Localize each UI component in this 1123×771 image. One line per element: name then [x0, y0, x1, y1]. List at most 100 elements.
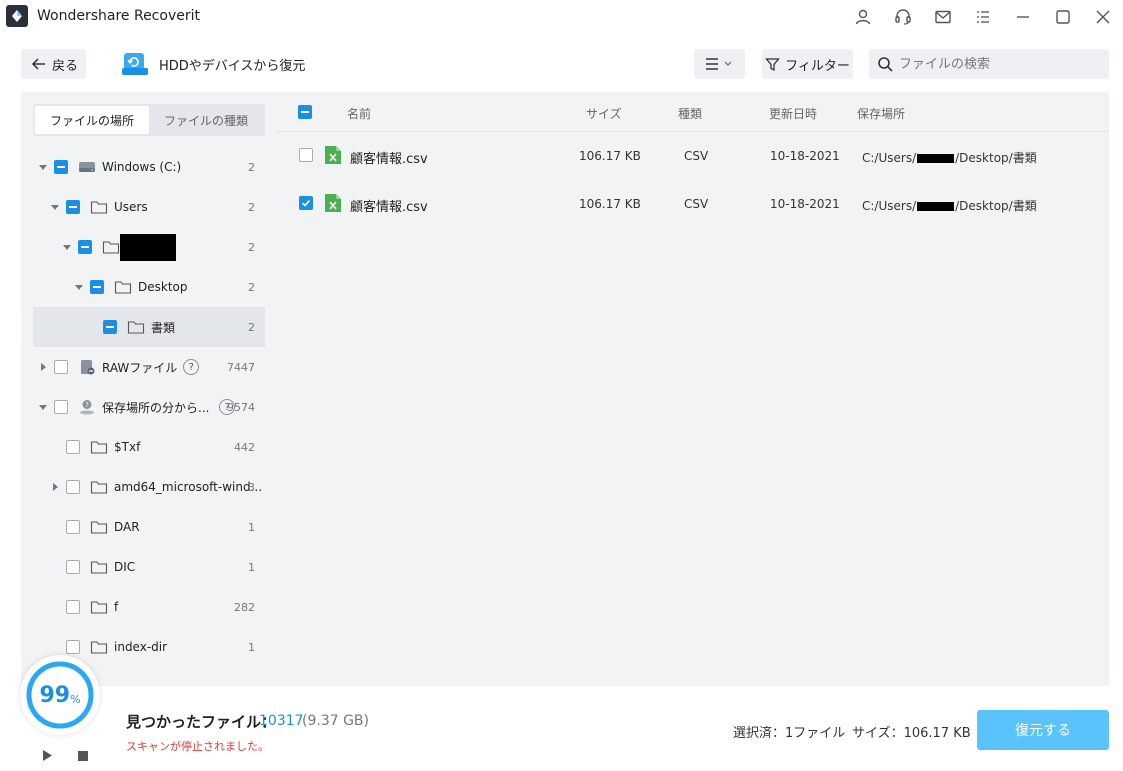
tree-item-desktop[interactable]: Desktop 2 [21, 267, 277, 307]
tree-checkbox[interactable] [66, 480, 80, 494]
found-files-count: 10317 [259, 713, 304, 729]
row-checkbox[interactable] [299, 196, 313, 210]
tree-checkbox[interactable] [66, 600, 80, 614]
file-type: CSV [684, 197, 709, 211]
csv-file-icon [325, 146, 341, 164]
tree-count: 442 [234, 440, 255, 454]
expand-arrow-icon[interactable] [62, 242, 72, 252]
search-input[interactable] [899, 56, 1099, 72]
mail-button[interactable] [923, 4, 963, 30]
tree-item-dic[interactable]: DIC 1 [21, 547, 277, 587]
file-table: 名前 サイズ 種類 更新日時 保存場所 顧客情報.csv 106.17 KB C… [277, 92, 1109, 686]
column-header-name[interactable]: 名前 [347, 105, 371, 122]
tree-item-dar[interactable]: DAR 1 [21, 507, 277, 547]
play-icon[interactable] [41, 749, 53, 762]
hdd-recover-icon [122, 53, 148, 75]
tab-file-type[interactable]: ファイルの種類 [149, 106, 263, 134]
tree-checkbox[interactable] [66, 520, 80, 534]
file-size: 106.17 KB [579, 149, 641, 163]
table-row[interactable]: 顧客情報.csv 106.17 KB CSV 10-18-2021 C:/Use… [277, 180, 1109, 228]
back-button[interactable]: 戻る [21, 49, 86, 79]
recoverit-logo-icon [6, 5, 28, 27]
table-row[interactable]: 顧客情報.csv 106.17 KB CSV 10-18-2021 C:/Use… [277, 132, 1109, 180]
tree-count: 2 [248, 320, 255, 334]
tree-count: 1 [248, 520, 255, 534]
title-bar: Wondershare Recoverit [0, 0, 1123, 34]
tree-count: 282 [234, 600, 255, 614]
tree-checkbox[interactable] [66, 640, 80, 654]
tree-checkbox[interactable] [54, 400, 68, 414]
expand-arrow-icon[interactable] [38, 402, 48, 412]
tree-item-raw-files[interactable]: RAWファイル ? 7447 [21, 347, 277, 387]
search-icon [878, 56, 893, 72]
tree-count: 2 [248, 280, 255, 294]
file-name: 顧客情報.csv [350, 200, 428, 215]
tree-item-windows-c[interactable]: Windows (C:) 2 [21, 147, 277, 187]
minimize-icon [1017, 16, 1029, 18]
expand-arrow-icon[interactable] [38, 162, 48, 172]
column-header-location[interactable]: 保存場所 [857, 105, 905, 122]
tree-label: Desktop [138, 280, 188, 294]
tree-count: 9574 [227, 400, 255, 414]
tree-checkbox[interactable] [66, 560, 80, 574]
tree-item-users[interactable]: Users 2 [21, 187, 277, 227]
maximize-button[interactable] [1043, 4, 1083, 30]
column-header-size[interactable]: サイズ [586, 105, 622, 122]
minimize-button[interactable] [1003, 4, 1043, 30]
tree-checkbox[interactable] [103, 320, 117, 334]
column-header-date[interactable]: 更新日時 [769, 105, 817, 122]
tree-checkbox[interactable] [90, 280, 104, 294]
support-button[interactable] [883, 4, 923, 30]
tab-file-location[interactable]: ファイルの場所 [35, 106, 149, 134]
tree-item-user-folder[interactable]: 2 [21, 227, 277, 267]
mail-icon [935, 10, 951, 24]
funnel-icon [765, 57, 780, 71]
expand-arrow-icon[interactable] [50, 482, 60, 492]
help-icon[interactable]: ? [183, 359, 200, 375]
close-button[interactable] [1083, 4, 1123, 30]
tree-checkbox[interactable] [66, 440, 80, 454]
filter-button[interactable]: フィルター [762, 49, 853, 79]
recover-button[interactable]: 復元する [977, 710, 1109, 750]
scan-progress-ring: 99% [20, 655, 100, 735]
tree-checkbox[interactable] [54, 360, 68, 374]
raw-file-icon [81, 360, 95, 375]
filter-label: フィルター [785, 58, 850, 74]
list-menu-icon [977, 11, 989, 23]
sidebar-tabs: ファイルの場所 ファイルの種類 [33, 104, 265, 136]
expand-arrow-icon[interactable] [74, 282, 84, 292]
view-mode-button[interactable] [694, 49, 745, 79]
folder-icon [90, 481, 108, 494]
tree-label: 保存場所の分から... [102, 400, 210, 415]
folder-icon [127, 321, 145, 334]
select-all-checkbox[interactable] [298, 105, 312, 119]
tree-item-unknown-location[interactable]: ? 保存場所の分から... ? 9574 [21, 387, 277, 427]
account-button[interactable] [843, 4, 883, 30]
folder-icon [90, 201, 108, 214]
tree-checkbox[interactable] [78, 240, 92, 254]
tree-count: 2 [248, 160, 255, 174]
row-checkbox[interactable] [299, 148, 313, 162]
tree-count: 1 [248, 560, 255, 574]
user-icon [855, 9, 871, 25]
folder-icon [90, 641, 108, 654]
menu-button[interactable] [963, 4, 1003, 30]
folder-icon [114, 281, 132, 294]
search-box[interactable] [869, 49, 1109, 79]
tree-checkbox[interactable] [66, 200, 80, 214]
expand-arrow-icon[interactable] [38, 362, 48, 372]
column-header-type[interactable]: 種類 [678, 105, 702, 122]
found-files-label: 見つかったファイル： [126, 713, 277, 731]
close-icon [1096, 10, 1110, 24]
tree-item-documents[interactable]: 書類 2 [33, 307, 265, 347]
expand-arrow-icon[interactable] [50, 202, 60, 212]
tree-item-txf[interactable]: $Txf 442 [21, 427, 277, 467]
tree-item-amd64[interactable]: amd64_microsoft-wind... 3 [21, 467, 277, 507]
tree-checkbox[interactable] [54, 160, 68, 174]
stop-icon[interactable] [78, 751, 88, 761]
unknown-location-icon: ? [80, 400, 94, 415]
tree-item-f[interactable]: f 282 [21, 587, 277, 627]
folder-icon [90, 601, 108, 614]
file-type: CSV [684, 149, 709, 163]
table-header: 名前 サイズ 種類 更新日時 保存場所 [277, 92, 1109, 132]
